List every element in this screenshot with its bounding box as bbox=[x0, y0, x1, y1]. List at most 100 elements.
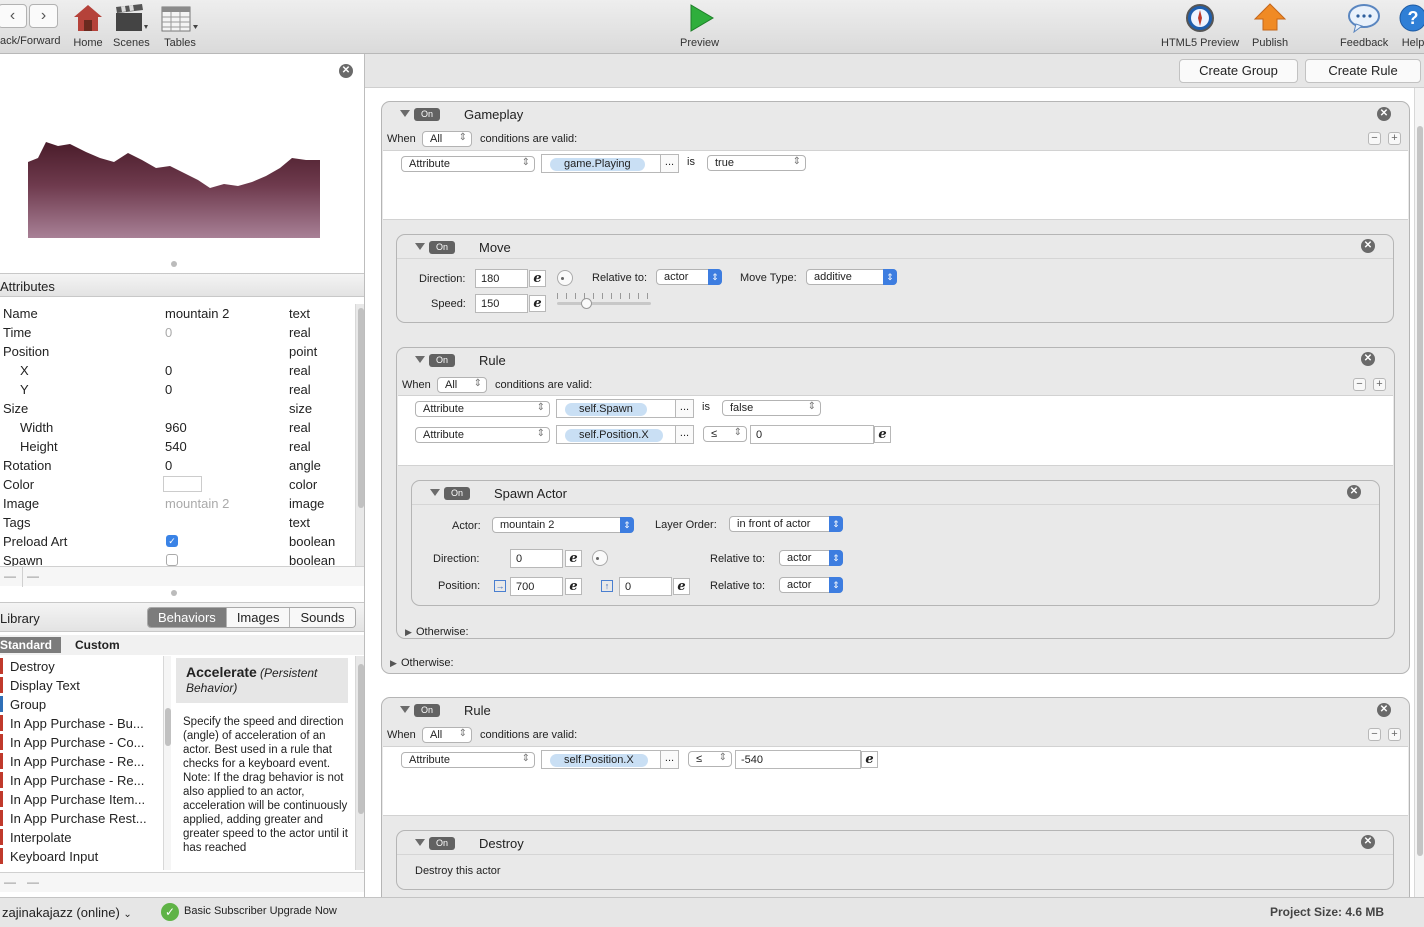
upgrade-link[interactable]: Basic Subscriber Upgrade Now bbox=[184, 905, 337, 917]
block-title[interactable]: Rule bbox=[479, 353, 506, 368]
attribute-value[interactable]: 0 bbox=[165, 325, 172, 340]
scroll-thumb[interactable] bbox=[358, 664, 364, 814]
attribute-field[interactable]: game.Playing bbox=[541, 154, 661, 173]
on-toggle[interactable]: On bbox=[429, 354, 455, 367]
expression-editor-button[interactable]: e bbox=[529, 270, 546, 287]
attribute-row[interactable]: Color color bbox=[0, 475, 356, 494]
direction-field[interactable]: 180 bbox=[475, 269, 528, 288]
all-select[interactable]: All bbox=[437, 377, 487, 393]
attribute-row[interactable]: Y 0 real bbox=[0, 380, 356, 399]
expression-editor-button[interactable]: e bbox=[673, 578, 690, 595]
close-icon[interactable]: ✕ bbox=[1361, 239, 1375, 253]
speed-slider[interactable] bbox=[557, 292, 651, 310]
tables-button[interactable]: Tables bbox=[160, 2, 200, 49]
attribute-browse-button[interactable]: ... bbox=[675, 425, 694, 444]
attribute-row[interactable]: Time 0 real bbox=[0, 323, 356, 342]
tab-sounds[interactable]: Sounds bbox=[290, 608, 355, 627]
attribute-value[interactable]: 0 bbox=[165, 363, 172, 378]
add-behavior-button[interactable]: — bbox=[27, 875, 39, 889]
attribute-row[interactable]: Rotation 0 angle bbox=[0, 456, 356, 475]
value-select[interactable]: true bbox=[707, 155, 806, 171]
operator-select[interactable]: ≤ bbox=[703, 426, 747, 442]
subtab-custom[interactable]: Custom bbox=[75, 638, 120, 652]
behavior-list-item[interactable]: Display Text bbox=[0, 675, 163, 694]
close-icon[interactable]: ✕ bbox=[1347, 485, 1361, 499]
tab-images[interactable]: Images bbox=[226, 608, 291, 627]
behavior-list-item[interactable]: Destroy bbox=[0, 656, 163, 675]
attribute-row[interactable]: Name mountain 2 text bbox=[0, 304, 356, 323]
relative-to-select[interactable]: actor ⇕ bbox=[779, 550, 843, 566]
otherwise-label[interactable]: Otherwise: bbox=[401, 657, 454, 669]
behaviors-scrollbar[interactable] bbox=[163, 656, 171, 870]
attribute-select[interactable]: Attribute bbox=[401, 752, 535, 768]
position-y-field[interactable]: 0 bbox=[619, 577, 672, 596]
expression-editor-button[interactable]: e bbox=[565, 578, 582, 595]
forward-arrow-icon[interactable]: › bbox=[29, 4, 58, 28]
expand-triangle-icon[interactable]: ▶ bbox=[390, 658, 397, 669]
block-title[interactable]: Gameplay bbox=[464, 107, 523, 122]
block-title[interactable]: Spawn Actor bbox=[494, 486, 567, 501]
behavior-list-item[interactable]: In App Purchase Rest... bbox=[0, 808, 163, 827]
attribute-select[interactable]: Attribute bbox=[401, 156, 535, 172]
attribute-field[interactable]: self.Position.X bbox=[556, 425, 676, 444]
expression-editor-button[interactable]: e bbox=[529, 295, 546, 312]
behavior-list-item[interactable]: Interpolate bbox=[0, 827, 163, 846]
value-field[interactable]: -540 bbox=[735, 750, 861, 769]
position-x-field[interactable]: 700 bbox=[510, 577, 563, 596]
attribute-row[interactable]: Position point bbox=[0, 342, 356, 361]
attribute-select[interactable]: Attribute bbox=[415, 401, 550, 417]
collapse-triangle-icon[interactable] bbox=[415, 243, 425, 250]
layer-order-select[interactable]: in front of actor ⇕ bbox=[729, 516, 843, 532]
on-toggle[interactable]: On bbox=[429, 837, 455, 850]
attribute-row[interactable]: Image mountain 2 image bbox=[0, 494, 356, 513]
preload-art-checkbox[interactable]: ✓ bbox=[166, 535, 178, 547]
attribute-row[interactable]: Width 960 real bbox=[0, 418, 356, 437]
attribute-value[interactable]: mountain 2 bbox=[165, 496, 229, 511]
behavior-list-item[interactable]: In App Purchase - Re... bbox=[0, 770, 163, 789]
actor-select[interactable]: mountain 2 ⇕ bbox=[492, 517, 634, 533]
behavior-list-item[interactable]: In App Purchase - Bu... bbox=[0, 713, 163, 732]
attribute-select[interactable]: Attribute bbox=[415, 427, 550, 443]
publish-button[interactable]: Publish bbox=[1252, 2, 1288, 49]
feedback-button[interactable]: Feedback bbox=[1340, 2, 1388, 49]
block-title[interactable]: Rule bbox=[464, 703, 491, 718]
close-icon[interactable]: ✕ bbox=[1377, 703, 1391, 717]
collapse-triangle-icon[interactable] bbox=[400, 110, 410, 117]
expression-editor-button[interactable]: e bbox=[565, 550, 582, 567]
preview-button[interactable]: Preview bbox=[680, 2, 719, 49]
value-field[interactable]: 0 bbox=[750, 425, 874, 444]
relative-to-select[interactable]: actor ⇕ bbox=[656, 269, 722, 285]
splitter-handle[interactable] bbox=[171, 261, 177, 267]
remove-condition-button[interactable]: − bbox=[1368, 728, 1381, 741]
speed-field[interactable]: 150 bbox=[475, 294, 528, 313]
attribute-field[interactable]: self.Position.X bbox=[541, 750, 661, 769]
home-button[interactable]: Home bbox=[72, 2, 104, 49]
collapse-triangle-icon[interactable] bbox=[430, 489, 440, 496]
attribute-row[interactable]: Preload Art ✓ boolean bbox=[0, 532, 356, 551]
add-condition-button[interactable]: + bbox=[1388, 132, 1401, 145]
attribute-value[interactable]: 540 bbox=[165, 439, 187, 454]
behavior-list-item[interactable]: In App Purchase Item... bbox=[0, 789, 163, 808]
attribute-row[interactable]: Tags text bbox=[0, 513, 356, 532]
attribute-value[interactable]: 0 bbox=[165, 458, 172, 473]
on-toggle[interactable]: On bbox=[414, 108, 440, 121]
attribute-browse-button[interactable]: ... bbox=[675, 399, 694, 418]
expand-triangle-icon[interactable]: ▶ bbox=[405, 627, 412, 638]
help-button[interactable]: ? Help bbox=[1398, 2, 1424, 49]
attribute-browse-button[interactable]: ... bbox=[660, 750, 679, 769]
attribute-value[interactable]: mountain 2 bbox=[165, 306, 229, 321]
create-group-button[interactable]: Create Group bbox=[1179, 59, 1298, 83]
remove-behavior-button[interactable]: — bbox=[4, 875, 16, 889]
direction-knob[interactable] bbox=[557, 270, 573, 286]
user-status[interactable]: zajinakajazz (online) ⌄ bbox=[2, 905, 132, 920]
attribute-browse-button[interactable]: ... bbox=[660, 154, 679, 173]
block-title[interactable]: Move bbox=[479, 240, 511, 255]
scenes-button[interactable]: Scenes bbox=[113, 2, 150, 49]
tab-behaviors[interactable]: Behaviors bbox=[148, 608, 227, 627]
on-toggle[interactable]: On bbox=[429, 241, 455, 254]
value-select[interactable]: false bbox=[722, 400, 821, 416]
block-title[interactable]: Destroy bbox=[479, 836, 524, 851]
scroll-thumb[interactable] bbox=[358, 308, 364, 508]
collapse-triangle-icon[interactable] bbox=[415, 839, 425, 846]
slider-thumb[interactable] bbox=[581, 298, 592, 309]
